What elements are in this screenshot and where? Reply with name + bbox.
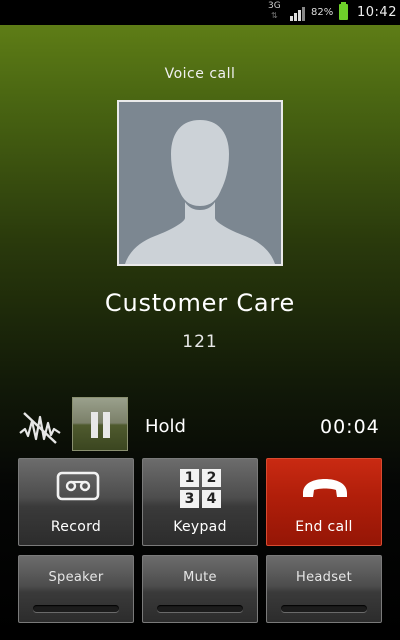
record-label: Record xyxy=(50,519,102,535)
network-arrows-icon: ⇅ xyxy=(271,11,278,20)
keypad-icon: 1 2 3 4 xyxy=(180,469,222,509)
headset-label: Headset xyxy=(296,570,352,585)
hold-button[interactable] xyxy=(72,397,128,451)
mute-toggle-indicator xyxy=(157,605,243,612)
battery-icon xyxy=(339,2,348,20)
end-call-label: End call xyxy=(295,519,353,535)
call-screen: Voice call Customer Care 121 Hold 00:04 … xyxy=(0,25,400,640)
contact-name: Customer Care xyxy=(104,289,296,317)
status-clock: 10:42 xyxy=(357,5,397,20)
end-call-button[interactable]: End call xyxy=(266,458,382,546)
headset-button[interactable]: Headset xyxy=(266,555,382,623)
battery-percent: 82% xyxy=(311,7,334,18)
headset-toggle-indicator xyxy=(281,605,367,612)
pause-icon xyxy=(91,412,98,438)
call-type-label: Voice call xyxy=(164,66,236,82)
speaker-label: Speaker xyxy=(48,570,104,585)
contact-avatar xyxy=(117,100,283,266)
network-indicator: 3G ⇅ xyxy=(268,1,281,21)
hold-label: Hold xyxy=(145,416,186,437)
signal-strength-icon xyxy=(290,5,308,21)
call-duration: 00:04 xyxy=(320,416,380,438)
record-button[interactable]: Record xyxy=(18,458,134,546)
speaker-toggle-indicator xyxy=(33,605,119,612)
status-bar: 3G ⇅ 82% 10:42 xyxy=(0,0,400,25)
noise-reduction-off-icon[interactable] xyxy=(18,409,62,445)
keypad-button[interactable]: 1 2 3 4 Keypad xyxy=(142,458,258,546)
speaker-button[interactable]: Speaker xyxy=(18,555,134,623)
mute-button[interactable]: Mute xyxy=(142,555,258,623)
network-type: 3G xyxy=(268,1,281,11)
hang-up-phone-icon xyxy=(303,479,347,497)
cassette-tape-icon xyxy=(56,471,100,501)
contact-number: 121 xyxy=(182,332,218,352)
default-contact-silhouette-icon xyxy=(119,102,281,264)
keypad-label: Keypad xyxy=(173,519,227,535)
mute-label: Mute xyxy=(183,570,217,585)
